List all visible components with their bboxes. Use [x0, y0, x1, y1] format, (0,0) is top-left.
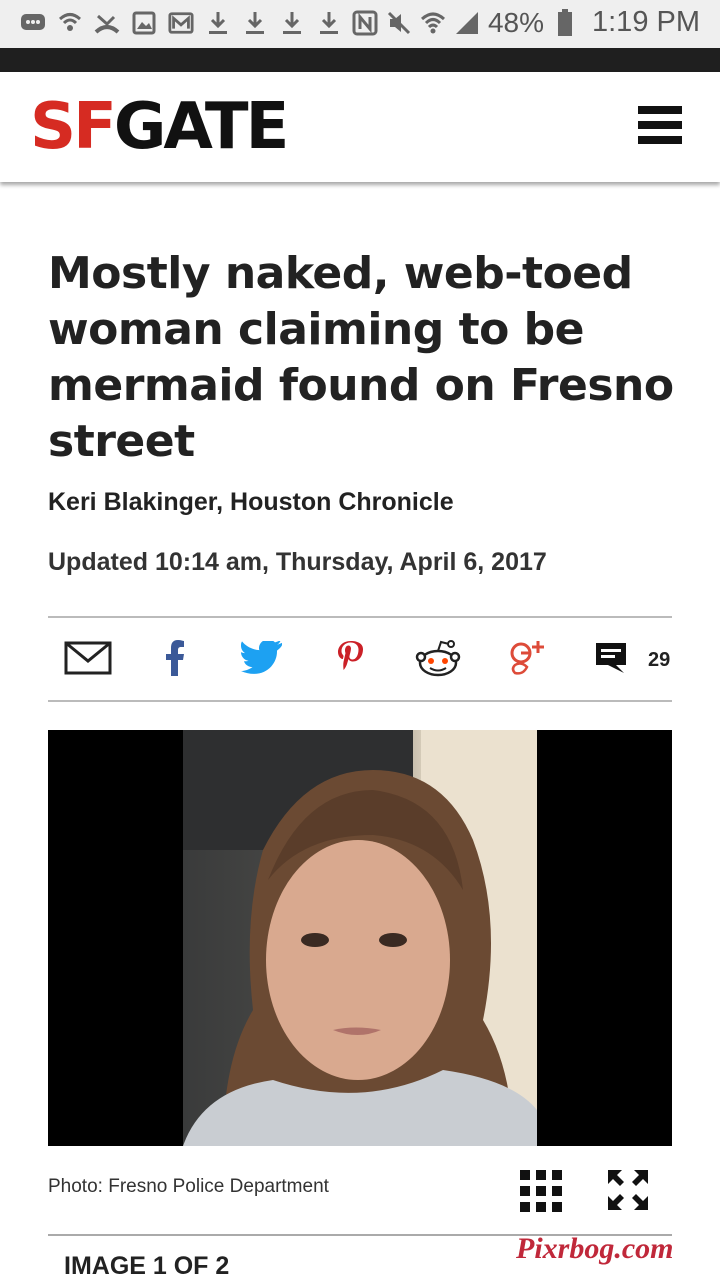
download-icon [205, 8, 231, 38]
article-headline: Mostly naked, web-toed woman claiming to… [48, 248, 674, 467]
facebook-icon[interactable] [160, 638, 190, 678]
download-icon [242, 8, 268, 38]
battery-icon [552, 8, 578, 38]
logo-sf: SF [30, 90, 117, 164]
watermark: Pixrbog.com [516, 1232, 674, 1265]
twitter-icon[interactable] [240, 638, 284, 678]
google-plus-icon[interactable] [506, 638, 548, 678]
fullscreen-icon[interactable] [606, 1168, 650, 1212]
clock: 1:19 PM [592, 6, 700, 38]
email-icon[interactable] [64, 638, 112, 678]
sfgate-logo[interactable]: SFGATE [30, 94, 289, 160]
wifi-icon [420, 8, 446, 38]
signal-icon [454, 8, 480, 38]
download-icon [279, 8, 305, 38]
hamburger-menu-icon[interactable] [638, 106, 682, 150]
image-icon [131, 8, 157, 38]
article-byline: Keri Blakinger, Houston Chronicle [48, 488, 454, 516]
download-icon [316, 8, 342, 38]
gmail-icon [168, 8, 194, 38]
article-updated: Updated 10:14 am, Thursday, April 6, 201… [48, 548, 547, 576]
photo-caption: Photo: Fresno Police Department [48, 1176, 329, 1197]
logo-gate: GATE [113, 90, 289, 164]
photo-image [183, 730, 537, 1146]
missed-call-icon [94, 8, 120, 38]
status-bar: 48% 1:19 PM [0, 0, 720, 48]
comment-icon[interactable] [592, 638, 630, 678]
reddit-icon[interactable] [414, 638, 462, 678]
browser-top-bar [0, 48, 720, 72]
comment-count[interactable]: 29 [648, 649, 670, 672]
image-counter: IMAGE 1 OF 2 [64, 1252, 230, 1280]
mute-icon [386, 8, 412, 38]
article-photo[interactable] [48, 730, 672, 1146]
wifi-call-icon [57, 8, 83, 38]
chat-icon [20, 8, 46, 38]
pinterest-icon[interactable] [334, 638, 368, 678]
nfc-icon [352, 8, 378, 38]
battery-percent: 48% [487, 6, 544, 38]
share-bar: 29 [48, 616, 672, 702]
grid-view-icon[interactable] [520, 1170, 562, 1212]
site-header: SFGATE [0, 72, 720, 182]
